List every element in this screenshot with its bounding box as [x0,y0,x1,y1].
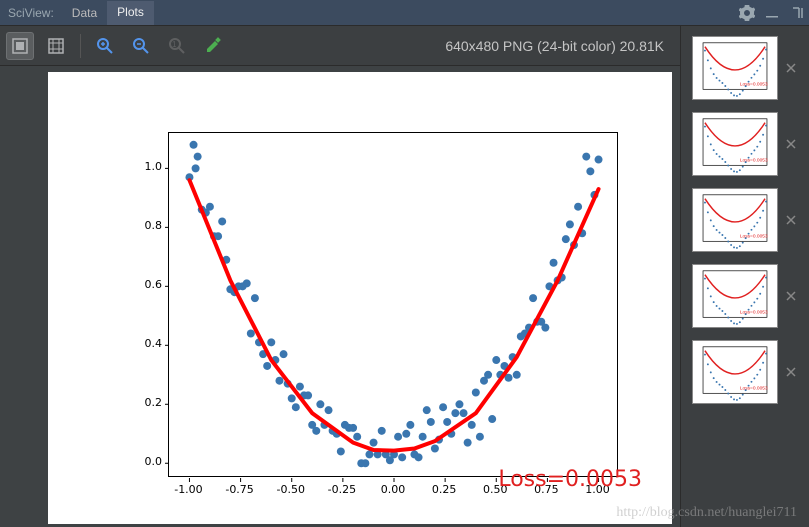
svg-text:Loss=0.0053: Loss=0.0053 [740,233,768,239]
close-thumbnail-icon[interactable] [784,61,798,75]
zoom-in-button[interactable] [91,32,119,60]
main-panel: 1 640x480 PNG (24-bit color) 20.81K -1.0… [0,26,681,527]
thumbnail[interactable]: Loss=0.0053 [692,264,778,328]
image-info-label: 640x480 PNG (24-bit color) 20.81K [445,38,674,54]
x-tick-label: -0.25 [322,483,362,496]
toolbar-separator [80,34,81,58]
chart-svg [169,133,617,476]
svg-text:Loss=0.0053: Loss=0.0053 [740,385,768,391]
x-tick-label: -0.75 [220,483,260,496]
plot-toolbar: 1 640x480 PNG (24-bit color) 20.81K [0,26,680,66]
tab-data[interactable]: Data [62,2,107,24]
tab-plots[interactable]: Plots [107,1,154,25]
top-bar: SciView: Data Plots [0,0,809,26]
svg-text:Loss=0.0053: Loss=0.0053 [740,157,768,163]
x-tick-label: 0.25 [424,483,464,496]
top-bar-right-controls [739,5,809,21]
y-tick-label: 0.2 [132,396,162,409]
panel-title: SciView: [0,6,62,20]
chart-axes [168,132,618,477]
actual-size-button[interactable] [42,32,70,60]
y-tick-label: 0.4 [132,337,162,350]
y-tick-label: 0.0 [132,455,162,468]
svg-text:Loss=0.0053: Loss=0.0053 [740,81,768,87]
gear-icon[interactable] [739,5,755,21]
x-tick-label: 0.00 [373,483,413,496]
svg-text:1: 1 [172,40,177,49]
thumbnail[interactable]: Loss=0.0053 [692,112,778,176]
y-tick-label: 0.8 [132,219,162,232]
plot-viewport[interactable]: -1.00-0.75-0.50-0.250.000.250.500.751.00… [0,66,680,527]
close-thumbnail-icon[interactable] [784,137,798,151]
thumbnail[interactable]: Loss=0.0053 [692,188,778,252]
thumbnail-row: Loss=0.0053 [681,106,809,182]
thumbnail-sidebar[interactable]: Loss=0.0053 Loss=0.0053 [681,26,809,527]
svg-text:Loss=0.0053: Loss=0.0053 [740,309,768,315]
fit-to-window-button[interactable] [6,32,34,60]
thumbnail[interactable]: Loss=0.0053 [692,340,778,404]
zoom-out-button[interactable] [127,32,155,60]
thumbnail-row: Loss=0.0053 [681,30,809,106]
thumbnail-row: Loss=0.0053 [681,334,809,410]
plot-image: -1.00-0.75-0.50-0.250.000.250.500.751.00… [48,72,672,524]
loss-annotation: Loss=0.0053 [498,467,642,492]
close-thumbnail-icon[interactable] [784,289,798,303]
close-thumbnail-icon[interactable] [784,365,798,379]
reset-zoom-button[interactable]: 1 [163,32,191,60]
thumbnail-row: Loss=0.0053 [681,182,809,258]
y-tick-label: 0.6 [132,278,162,291]
thumbnail-row: Loss=0.0053 [681,258,809,334]
y-tick-label: 1.0 [132,160,162,173]
minimize-icon[interactable] [765,6,779,20]
x-tick-label: -1.00 [168,483,208,496]
close-thumbnail-icon[interactable] [784,213,798,227]
thumbnail[interactable]: Loss=0.0053 [692,36,778,100]
x-tick-label: -0.50 [271,483,311,496]
hide-icon[interactable] [789,6,803,20]
color-picker-button[interactable] [199,32,227,60]
